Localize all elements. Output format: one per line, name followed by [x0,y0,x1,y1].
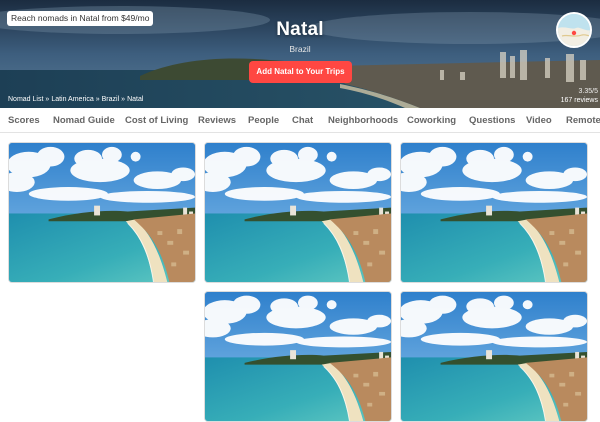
city-photo[interactable] [204,142,392,283]
breadcrumb-link[interactable]: Brazil [102,96,120,103]
tab-scores[interactable]: Scores [8,115,40,126]
photo-image [205,292,391,421]
breadcrumb-link[interactable]: Nomad List [8,96,43,103]
city-title: Natal [276,19,324,40]
add-to-trips-button[interactable]: Add Natal to Your Trips [249,61,352,83]
rating-block[interactable]: 3.35/5 167 reviews [561,87,598,106]
breadcrumb-link[interactable]: Latin America [51,96,93,103]
breadcrumb: Nomad List» Latin America» Brazil» Natal [8,96,143,103]
tab-people[interactable]: People [248,115,279,126]
city-hero: Reach nomads in Natal from $49/mo Natal … [0,0,600,108]
overall-rating: 3.35/5 [578,88,598,95]
city-photo[interactable] [8,142,196,283]
location-map-thumbnail[interactable] [556,12,592,48]
breadcrumb-current: Natal [127,96,144,103]
tab-remote[interactable]: Remote [566,115,600,126]
city-photo[interactable] [204,291,392,422]
tab-questions[interactable]: Questions [469,115,515,126]
photo-image [401,143,587,282]
tab-reviews[interactable]: Reviews [198,115,236,126]
tab-cost-of-living[interactable]: Cost of Living [125,115,188,126]
tab-neighborhoods[interactable]: Neighborhoods [328,115,398,126]
city-section-tabs: Scores Nomad Guide Cost of Living Review… [0,108,600,133]
photo-image [401,292,587,421]
city-photo[interactable] [400,291,588,422]
tab-video[interactable]: Video [526,115,552,126]
breadcrumb-separator: » [45,96,50,103]
photo-image [205,143,391,282]
tab-nomad-guide[interactable]: Nomad Guide [53,115,115,126]
breadcrumb-separator: » [121,96,126,103]
breadcrumb-separator: » [95,96,100,103]
city-photo[interactable] [400,142,588,283]
tab-chat[interactable]: Chat [292,115,313,126]
reviews-count: 167 reviews [560,97,598,104]
photo-image [9,143,195,282]
tab-coworking[interactable]: Coworking [407,115,456,126]
country-label: Brazil [289,44,311,54]
